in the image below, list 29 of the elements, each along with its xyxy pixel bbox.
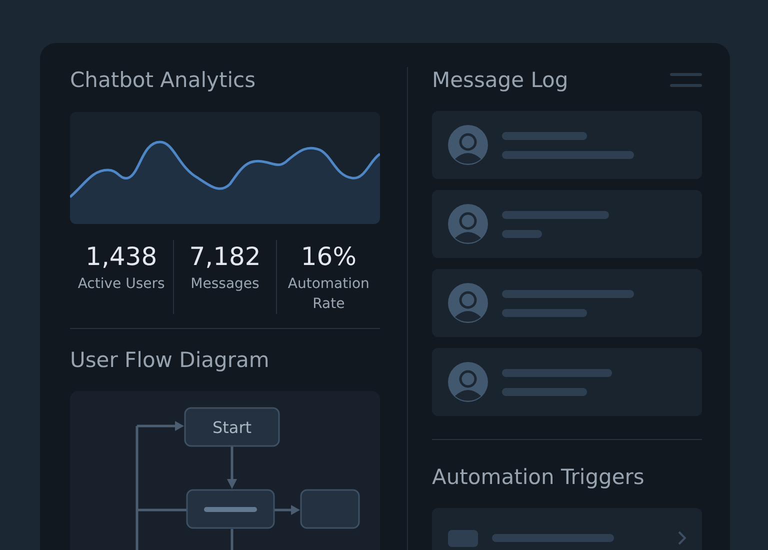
- arrow: [137, 421, 184, 431]
- menu-icon[interactable]: [670, 73, 702, 87]
- avatar-icon: [448, 125, 488, 165]
- arrow: [227, 445, 237, 489]
- stat-label: Automation Rate: [286, 275, 370, 314]
- stat-value: 16%: [300, 241, 356, 273]
- start-node: Start: [184, 407, 280, 447]
- section-title: Automation Triggers: [432, 464, 646, 491]
- section-title: User Flow Diagram: [70, 347, 270, 374]
- avatar-icon: [448, 362, 488, 402]
- message-item[interactable]: [432, 111, 702, 179]
- connector-line: [230, 529, 234, 550]
- section-title: Message Log: [432, 67, 568, 94]
- message-item[interactable]: [432, 190, 702, 258]
- section-title: Chatbot Analytics: [70, 67, 257, 94]
- chevron-icon: [678, 531, 686, 545]
- trigger-item[interactable]: [432, 508, 702, 550]
- text-placeholder-bar: [502, 230, 542, 238]
- flow-node: [300, 489, 360, 529]
- trigger-icon: [448, 530, 478, 546]
- stat-label: Messages: [190, 275, 260, 294]
- message-item[interactable]: [432, 348, 702, 416]
- arrow: [274, 505, 300, 515]
- avatar-icon: [448, 283, 488, 323]
- stat-label: Active Users: [76, 275, 166, 294]
- message-item[interactable]: [432, 269, 702, 337]
- stat-value: 7,182: [189, 241, 261, 273]
- stat-value: 1,438: [86, 241, 158, 273]
- avatar-icon: [448, 204, 488, 244]
